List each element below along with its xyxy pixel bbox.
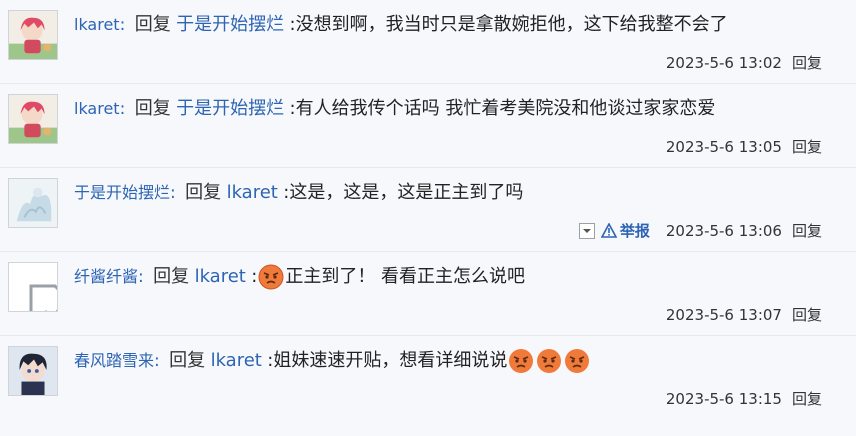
angry-face-emoji: [565, 349, 590, 373]
comment-line: 春风踏雪来: 回复 lkaret :姐妹速速开贴，想看详细说说: [74, 348, 591, 374]
reply-button[interactable]: 回复: [792, 304, 822, 325]
reply-target-link[interactable]: lkaret: [195, 266, 246, 287]
comment-item: lkaret: 回复 于是开始摆烂 :有人给我传个话吗 我忙着考美院没和他谈过家…: [0, 84, 856, 168]
reply-keyword: 回复: [185, 182, 222, 203]
comment-item: 纤酱纤酱: 回复 lkaret : 正主到了！ 看看正主怎么说吧 2023-5-…: [0, 252, 856, 336]
reply-keyword: 回复: [134, 14, 171, 35]
reply-target-link[interactable]: lkaret: [227, 182, 278, 203]
report-button[interactable]: 举报: [600, 220, 650, 241]
comment-line: 纤酱纤酱: 回复 lkaret : 正主到了！ 看看正主怎么说吧: [74, 264, 525, 290]
comment-line: lkaret: 回复 于是开始摆烂 :没想到啊，我当时只是拿散婉拒他，这下给我整…: [74, 14, 728, 35]
comment-meta: 举报 2023-5-6 13:06 回复: [578, 220, 822, 241]
comment-text: :没想到啊，我当时只是拿散婉拒他，这下给我整不会了: [289, 14, 728, 35]
avatar-anime-dark-hair: [9, 347, 57, 395]
avatar[interactable]: [8, 10, 58, 60]
timestamp: 2023-5-6 13:07: [665, 305, 782, 324]
reply-keyword: 回复: [169, 350, 206, 371]
comment-meta: 2023-5-6 13:07 回复: [666, 304, 822, 325]
username-link[interactable]: 春风踏雪来: [74, 351, 154, 370]
report-label: 举报: [619, 222, 650, 240]
reply-keyword: 回复: [153, 266, 190, 287]
angry-face-emoji: [258, 264, 284, 290]
timestamp: 2023-5-6 13:06: [665, 221, 782, 240]
timestamp: 2023-5-6 13:02: [665, 53, 782, 72]
comment-line: 于是开始摆烂: 回复 lkaret :这是，这是，这是正主到了吗: [74, 182, 524, 203]
broken-image-icon: [29, 284, 57, 311]
username-link[interactable]: lkaret: [74, 99, 120, 118]
reply-target-link[interactable]: 于是开始摆烂: [176, 98, 284, 119]
comment-text: 正主到了！ 看看正主怎么说吧: [285, 266, 526, 287]
warning-triangle-icon: [600, 223, 617, 238]
comment-meta: 2023-5-6 13:15 回复: [666, 388, 822, 409]
reply-target-link[interactable]: lkaret: [211, 350, 262, 371]
comment-item: 于是开始摆烂: 回复 lkaret :这是，这是，这是正主到了吗 举报 2023…: [0, 168, 856, 252]
avatar-anime-pink-hair: [9, 11, 57, 59]
avatar-anime-pink-hair: [9, 95, 57, 143]
username-link[interactable]: 纤酱纤酱: [74, 267, 138, 286]
comment-text-prefix: :: [251, 266, 258, 287]
comment-list: lkaret: 回复 于是开始摆烂 :没想到啊，我当时只是拿散婉拒他，这下给我整…: [0, 0, 856, 420]
comment-item: lkaret: 回复 于是开始摆烂 :没想到啊，我当时只是拿散婉拒他，这下给我整…: [0, 0, 856, 84]
reply-button[interactable]: 回复: [792, 388, 822, 409]
reply-keyword: 回复: [134, 98, 171, 119]
avatar[interactable]: [8, 262, 58, 312]
avatar[interactable]: [8, 94, 58, 144]
reply-target-link[interactable]: 于是开始摆烂: [176, 14, 284, 35]
comment-meta: 2023-5-6 13:02 回复: [666, 52, 822, 73]
comment-item: 春风踏雪来: 回复 lkaret :姐妹速速开贴，想看详细说说 2023-5-6…: [0, 336, 856, 420]
angry-face-emoji: [537, 349, 562, 373]
chevron-down-icon[interactable]: [578, 222, 595, 239]
reply-button[interactable]: 回复: [792, 52, 822, 73]
comment-text: :姐妹速速开贴，想看详细说说: [267, 350, 508, 371]
comment-text: :有人给我传个话吗 我忙着考美院没和他谈过家家恋爱: [289, 98, 716, 119]
username-link[interactable]: lkaret: [74, 15, 120, 34]
comment-text: :这是，这是，这是正主到了吗: [283, 182, 524, 203]
reply-button[interactable]: 回复: [792, 136, 822, 157]
timestamp: 2023-5-6 13:15: [665, 389, 782, 408]
comment-line: lkaret: 回复 于是开始摆烂 :有人给我传个话吗 我忙着考美院没和他谈过家…: [74, 98, 716, 119]
angry-face-emoji: [509, 349, 534, 373]
timestamp: 2023-5-6 13:05: [665, 137, 782, 156]
username-link[interactable]: 于是开始摆烂: [74, 183, 170, 202]
reply-button[interactable]: 回复: [792, 220, 822, 241]
avatar[interactable]: [8, 346, 58, 396]
avatar-blue-sketch: [9, 179, 57, 227]
comment-meta: 2023-5-6 13:05 回复: [666, 136, 822, 157]
avatar[interactable]: [8, 178, 58, 228]
report-group: 举报: [578, 220, 650, 241]
